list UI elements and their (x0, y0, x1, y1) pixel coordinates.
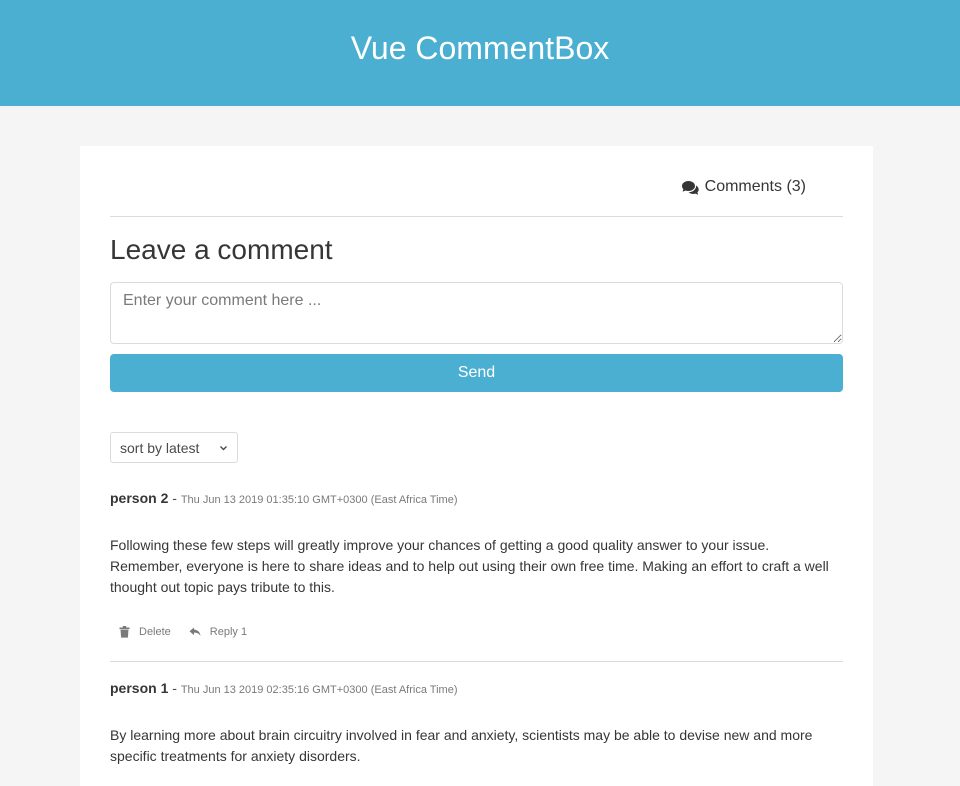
comment-header: person 1 - Thu Jun 13 2019 02:35:16 GMT+… (110, 680, 843, 698)
comment-author[interactable]: person 2 (110, 490, 168, 506)
header-separator: - (172, 490, 177, 506)
app-title: Vue CommentBox (350, 29, 610, 66)
comment-body: By learning more about brain circuitry i… (110, 727, 813, 764)
tabs-bar: Comments (3) (110, 146, 843, 217)
reply-label: Reply 1 (209, 626, 248, 638)
send-button[interactable]: Send (110, 354, 843, 392)
comments-icon (681, 180, 699, 195)
sort-dropdown[interactable]: sort by latest (110, 432, 238, 463)
leave-comment-heading: Leave a comment (110, 234, 333, 265)
sort-selected-value: sort by latest (120, 439, 200, 456)
tab-comments[interactable]: Comments (3) (681, 178, 806, 196)
hero-header: Vue CommentBox (0, 0, 960, 106)
trash-icon (119, 626, 130, 638)
comment-author[interactable]: person 1 (110, 680, 168, 696)
reply-button[interactable]: Reply 1 (189, 626, 247, 638)
delete-button[interactable]: Delete (119, 626, 171, 638)
comment-input[interactable] (110, 282, 843, 344)
header-separator: - (172, 680, 177, 696)
comment-body: Following these few steps will greatly i… (110, 537, 829, 595)
comment-actions: Delete Reply 1 (110, 626, 843, 638)
delete-label: Delete (139, 626, 171, 638)
comment-date: Thu Jun 13 2019 01:35:10 GMT+0300 (East … (180, 494, 458, 506)
comment-box-content: Comments (3) Leave a comment Send sort b… (110, 146, 843, 767)
comment-box-card: Comments (3) Leave a comment Send sort b… (80, 146, 873, 786)
comment-item: person 1 - Thu Jun 13 2019 02:35:16 GMT+… (110, 662, 843, 767)
comment-item: person 2 - Thu Jun 13 2019 01:35:10 GMT+… (110, 463, 843, 662)
comment-header: person 2 - Thu Jun 13 2019 01:35:10 GMT+… (110, 490, 843, 508)
tab-comments-label: Comments (3) (704, 178, 806, 195)
reply-icon (189, 627, 201, 636)
chevron-down-icon (220, 445, 227, 450)
comment-date: Thu Jun 13 2019 02:35:16 GMT+0300 (East … (180, 684, 458, 696)
